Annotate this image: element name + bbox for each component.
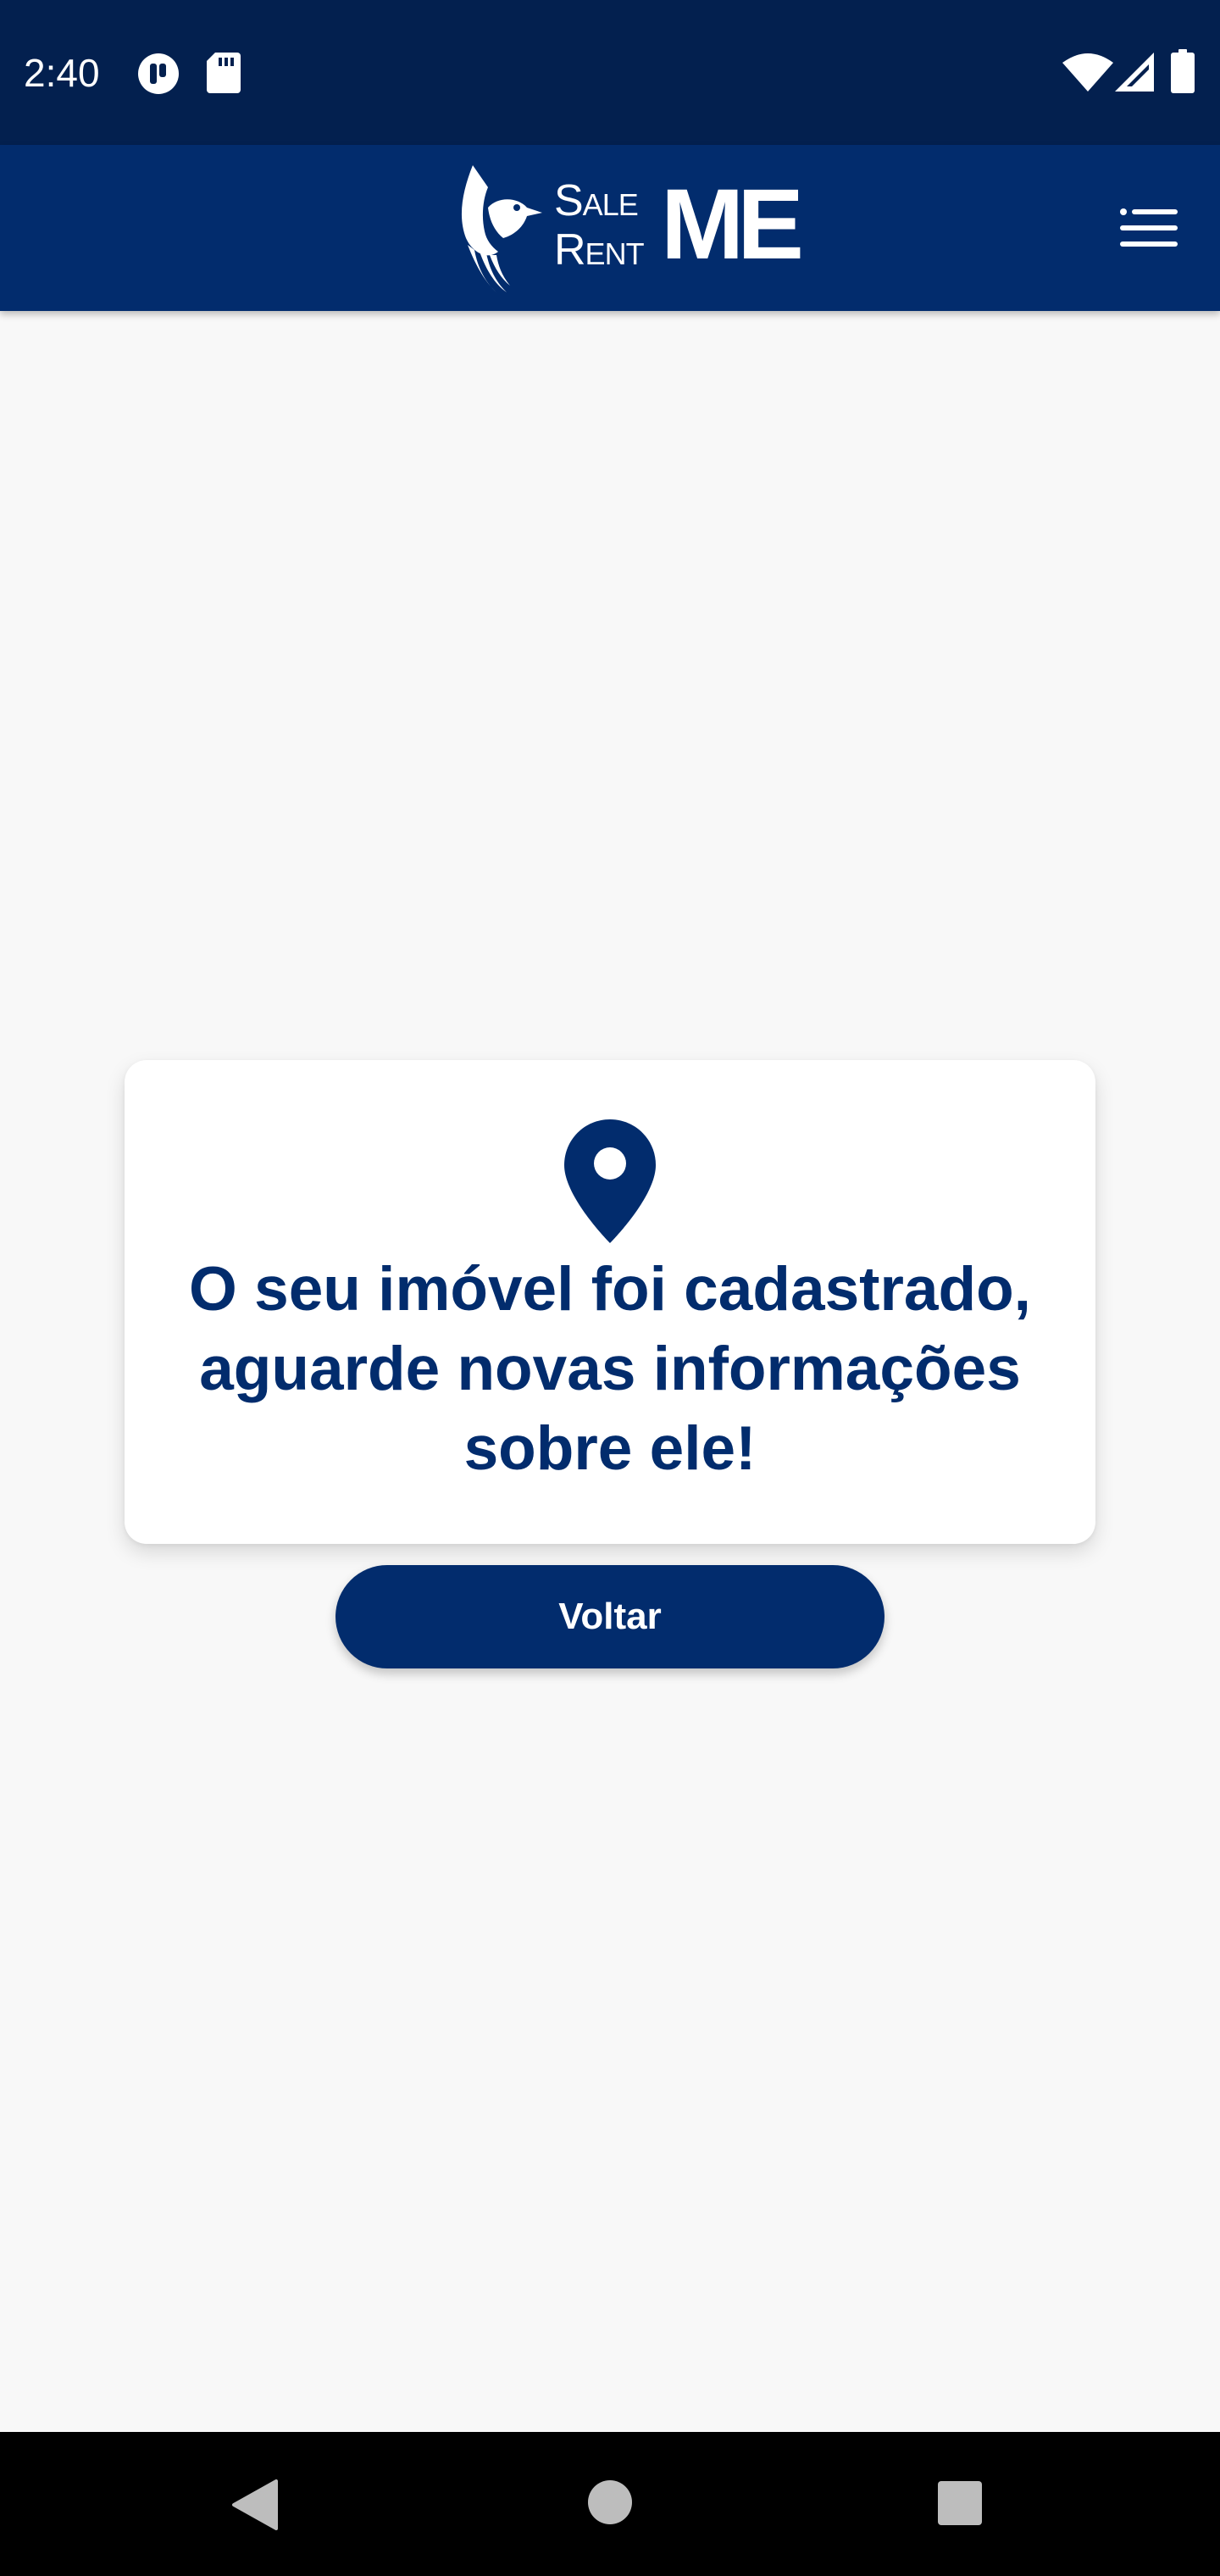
wifi-icon — [1062, 53, 1113, 92]
location-pin-icon — [564, 1119, 656, 1243]
sd-card-icon — [207, 53, 241, 93]
logo-text-me: ME — [661, 169, 804, 280]
cell-signal-icon — [1115, 53, 1154, 92]
confirmation-message: O seu imóvel foi cadastrado, aguarde nov… — [189, 1255, 1031, 1483]
back-button[interactable]: Voltar — [336, 1565, 884, 1668]
confirmation-card: O seu imóvel foi cadastrado, aguarde nov… — [125, 1060, 1095, 1544]
status-bar: 2:40 — [0, 0, 1220, 145]
menu-button[interactable] — [1110, 189, 1188, 267]
pause-circle-icon — [138, 53, 179, 94]
app-bar: Sale Rent ME — [0, 145, 1220, 311]
back-triangle-icon[interactable] — [230, 2479, 278, 2530]
hummingbird-logo-icon — [461, 165, 542, 294]
app-logo[interactable]: Sale Rent ME — [439, 157, 804, 301]
logo-text-rent: Rent — [554, 225, 645, 275]
battery-icon — [1171, 49, 1195, 93]
status-time: 2:40 — [24, 51, 100, 95]
system-nav-bar — [0, 2432, 1220, 2576]
logo-text-sale: Sale — [554, 176, 639, 225]
recents-square-icon[interactable] — [938, 2481, 982, 2525]
menu-icon — [1120, 208, 1178, 247]
home-circle-icon[interactable] — [587, 2479, 633, 2525]
